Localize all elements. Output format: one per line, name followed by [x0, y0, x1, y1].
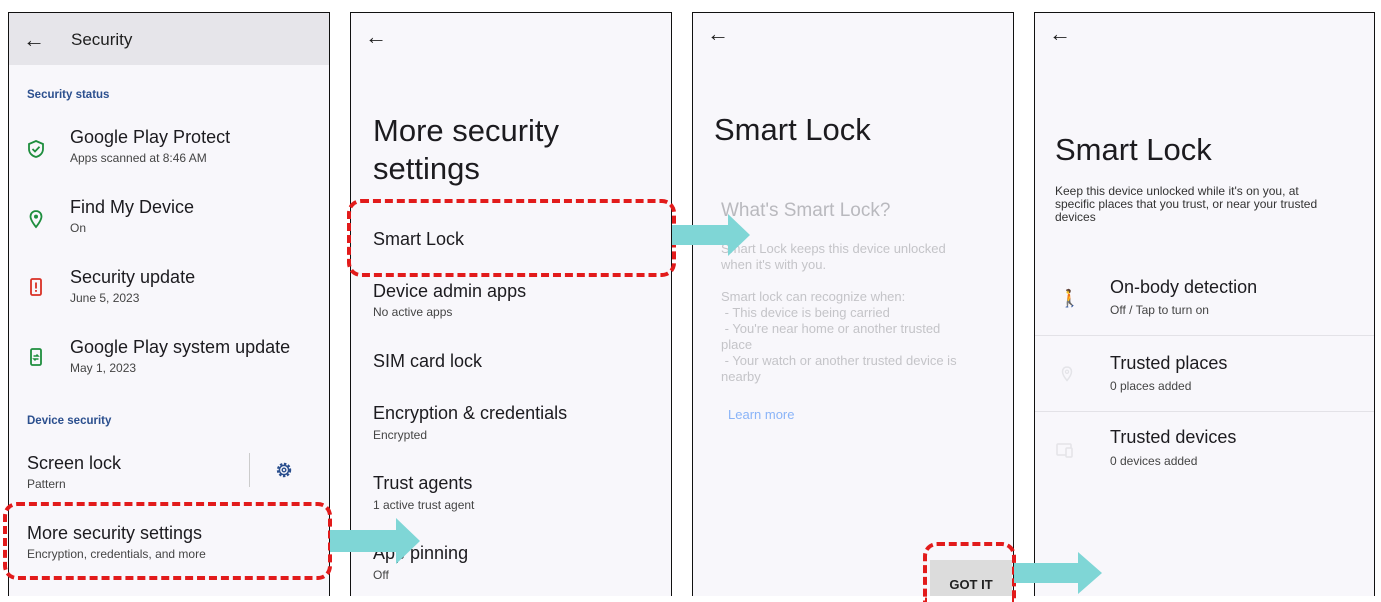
location-icon [1061, 366, 1073, 382]
page-title: More security settings [373, 112, 559, 188]
item-label: Trust agents [373, 473, 473, 493]
page-title: Security [71, 30, 133, 49]
learn-more-link[interactable]: Learn more [728, 407, 794, 422]
body-line: place [721, 337, 753, 352]
item-label: On-body detection [1110, 277, 1258, 297]
item-label: Find My Device [70, 197, 195, 217]
back-arrow-icon[interactable]: ← [23, 29, 45, 51]
item-sub: Off / Tap to turn on [1110, 303, 1209, 317]
page-title: Smart Lock [714, 112, 871, 147]
item-sub: Apps scanned at 8:46 AM [70, 151, 207, 165]
item-sub: May 1, 2023 [70, 361, 137, 375]
shield-check-icon [28, 140, 44, 158]
divider [1035, 335, 1374, 336]
devices-icon [1056, 443, 1073, 458]
dialog-body: Smart Lock keeps this device unlocked wh… [721, 241, 957, 385]
arrow-right-icon [672, 214, 750, 256]
walking-icon: 🚶 [1059, 289, 1081, 308]
divider [1035, 411, 1374, 412]
item-label: Security update [70, 267, 196, 287]
section-header-device-security: Device security [27, 415, 112, 427]
item-sub: Off [373, 568, 389, 582]
item-label: Encryption & credentials [373, 403, 568, 423]
location-pin-icon [29, 210, 43, 229]
body-line: - You're near home or another trusted [721, 321, 941, 336]
smart-lock-intro-screen: ← Smart Lock What's Smart Lock? Smart Lo… [692, 12, 1014, 596]
back-arrow-icon[interactable]: ← [707, 23, 729, 45]
back-arrow-icon[interactable]: ← [365, 26, 387, 48]
app-bar: ← Security [9, 13, 329, 65]
title-line: More security [373, 113, 560, 148]
title-line: settings [373, 151, 480, 187]
item-label: SIM card lock [373, 351, 483, 371]
body-line: Smart lock can recognize when: [721, 289, 906, 304]
arrow-right-icon [1014, 552, 1102, 594]
arrow-right-icon [330, 518, 420, 564]
item-label: Google Play system update [70, 337, 291, 357]
body-line: - Your watch or another trusted device i… [721, 353, 957, 368]
item-sub: 1 active trust agent [373, 498, 475, 512]
section-header-security-status: Security status [27, 89, 110, 101]
highlight-smart-lock [347, 199, 676, 277]
smart-lock-screen: ← Smart Lock Keep this device unlocked w… [1034, 12, 1375, 596]
body-line: Smart Lock keeps this device unlocked [721, 241, 946, 256]
highlight-got-it [923, 542, 1016, 602]
body-line: when it's with you. [721, 257, 827, 272]
item-sub: No active apps [373, 305, 453, 319]
item-sub: Encrypted [373, 428, 428, 442]
page-title: Smart Lock [1055, 132, 1212, 167]
item-sub: Pattern [27, 477, 66, 491]
item-sub: 0 devices added [1110, 454, 1198, 468]
item-sub: 0 places added [1110, 379, 1192, 393]
more-security-settings-screen: ← More security settings Smart Lock Devi… [350, 12, 672, 596]
highlight-more-security-settings [3, 502, 332, 580]
item-sub: On [70, 221, 87, 235]
gear-icon[interactable] [274, 460, 294, 480]
description: Keep this device unlocked while it's on … [1055, 185, 1317, 224]
phone-alert-icon [30, 278, 42, 296]
item-label: Trusted places [1110, 353, 1228, 373]
item-label: Device admin apps [373, 281, 527, 301]
item-label: Screen lock [27, 453, 122, 473]
system-update-icon [30, 348, 42, 366]
vertical-divider [249, 453, 250, 487]
item-label: Google Play Protect [70, 127, 231, 147]
item-label: Trusted devices [1110, 427, 1237, 447]
body-line: - This device is being carried [721, 305, 890, 320]
back-arrow-icon[interactable]: ← [1049, 23, 1071, 45]
desc-line: devices [1055, 210, 1096, 224]
item-sub: June 5, 2023 [70, 291, 140, 305]
body-line: nearby [721, 369, 761, 384]
